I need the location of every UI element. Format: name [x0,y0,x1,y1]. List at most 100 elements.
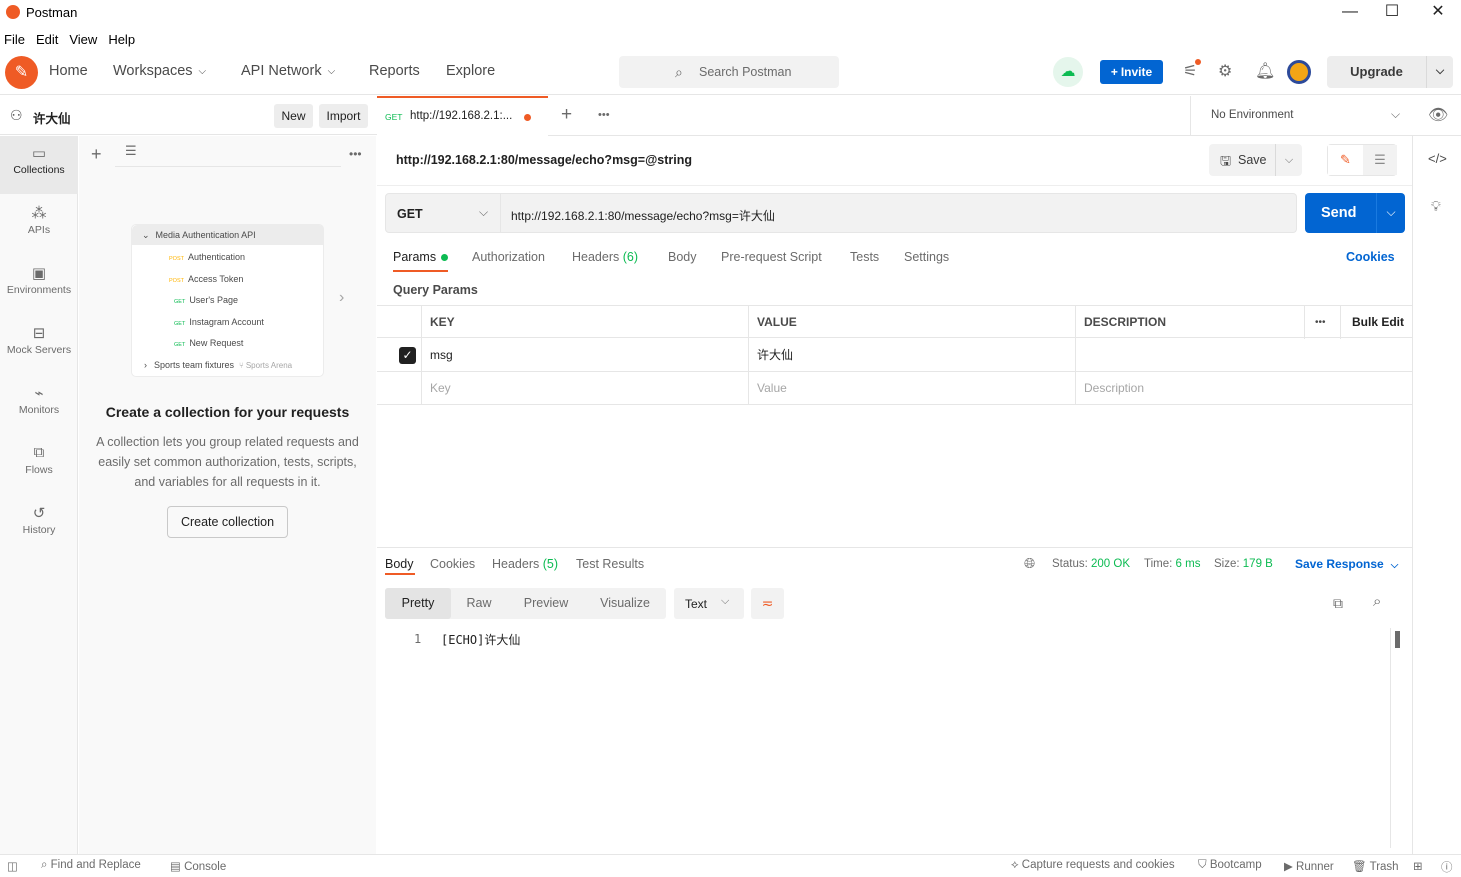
edit-icon[interactable]: ✎ [1328,145,1363,175]
import-button[interactable]: Import [319,104,368,128]
nav-home[interactable]: Home [49,63,88,79]
response-body-text[interactable]: [ECHO]许大仙 [441,631,520,648]
send-button[interactable]: Send ⌵ [1305,193,1405,233]
close-window-button[interactable]: ✕ [1423,2,1453,24]
tab-authorization[interactable]: Authorization [472,250,545,264]
sidebar-item-apis[interactable]: ⁂ APIs [0,196,78,254]
request-title[interactable]: http://192.168.2.1:80/message/echo?msg=@… [396,153,692,167]
globe-icon[interactable]: 🌐︎ [1024,555,1035,572]
sidebar-item-mock-servers[interactable]: ⊟ Mock Servers [0,316,78,374]
invite-button[interactable]: + Invite [1100,60,1163,84]
new-key-input[interactable]: Key [422,372,749,405]
response-size[interactable]: Size: 179 B [1214,558,1273,570]
bootcamp-button[interactable]: ⛉ Bootcamp [1198,859,1262,872]
find-replace-button[interactable]: ⌕ Find and Replace [41,859,141,872]
menu-view[interactable]: View [69,32,97,47]
tab-params[interactable]: Params [393,250,449,264]
environment-select[interactable]: No Environment ⌵ [1190,96,1412,136]
upgrade-button[interactable]: Upgrade ⌵ [1327,56,1453,88]
tab-request[interactable]: GET http://192.168.2.1:... [377,96,548,136]
toggle-sidebar-icon[interactable]: ◫ [7,859,18,873]
empty-state-line: easily set common authorization, tests, … [98,455,357,469]
more-tabs-icon[interactable]: ••• [598,109,610,121]
trash-button[interactable]: 🗑︎ Trash [1352,859,1399,873]
sidebar-item-history[interactable]: ↺ History [0,496,78,554]
param-key-cell[interactable]: msg [422,339,749,372]
avatar[interactable] [1287,60,1311,84]
unsaved-dot[interactable] [524,114,531,121]
tab-headers[interactable]: Headers (6) [572,250,638,264]
format-select[interactable]: Text ⌵ [674,588,744,619]
menu-edit[interactable]: Edit [36,32,58,47]
nav-reports[interactable]: Reports [369,63,420,79]
code-icon[interactable]: </> [1428,151,1447,166]
new-value-input[interactable]: Value [749,372,1076,405]
tab-settings[interactable]: Settings [904,250,949,264]
bulk-edit-button[interactable]: Bulk Edit [1341,306,1412,339]
lightbulb-icon[interactable]: 💡︎ [1431,198,1441,215]
response-status[interactable]: Status: 200 OK [1052,558,1130,570]
copy-icon[interactable]: ⧉ [1333,595,1343,612]
view-raw[interactable]: Raw [451,588,507,619]
cloud-sync-icon[interactable]: ☁ [1053,57,1083,87]
nav-explore[interactable]: Explore [446,63,495,79]
more-options-icon[interactable]: ••• [1305,306,1341,339]
help-icon[interactable]: ⓘ [1441,859,1453,875]
view-pretty[interactable]: Pretty [385,588,451,619]
console-button[interactable]: ▤ Console [170,859,226,873]
satellite-icon[interactable]: ⚟ [1183,59,1201,81]
param-description-cell[interactable] [1076,339,1412,372]
sidebar-item-flows[interactable]: ⧉ Flows [0,436,78,494]
maximize-button[interactable]: ☐ [1377,2,1407,24]
chevron-down-icon[interactable]: ⌵ [1275,144,1302,176]
documentation-icon[interactable]: ☰ [1363,145,1397,175]
filter-input[interactable]: ☰ [115,143,341,167]
method-select[interactable]: GET ⌵ [385,193,501,233]
workspace-name[interactable]: 许大仙 [33,108,71,127]
tab-body[interactable]: Body [668,250,697,264]
save-response-button[interactable]: Save Response ⌵ [1295,557,1398,571]
response-tab-body[interactable]: Body [385,557,414,571]
new-tab-icon[interactable]: + [561,104,572,126]
wrap-lines-icon[interactable]: ≂ [751,588,784,619]
settings-gear-icon[interactable]: ⚙ [1218,61,1232,81]
postman-brand-icon[interactable]: ✎ [5,56,38,89]
menu-file[interactable]: File [4,32,25,47]
search-icon[interactable]: ⌕ [1373,593,1381,610]
more-options-icon[interactable]: ••• [349,147,362,161]
runner-button[interactable]: ▶ Runner [1284,859,1334,873]
view-visualize[interactable]: Visualize [587,588,663,619]
chevron-down-icon[interactable]: ⌵ [1376,193,1405,233]
capture-button[interactable]: ⟡ Capture requests and cookies [1011,859,1175,872]
row-checkbox[interactable]: ✓ [399,347,416,364]
sidebar-item-environments[interactable]: ▣ Environments [0,256,78,314]
sidebar-item-collections[interactable]: ▭ Collections [0,136,78,194]
param-value-cell[interactable]: 许大仙 [749,339,1076,372]
minimize-button[interactable]: — [1335,2,1365,24]
two-pane-icon[interactable]: ⊞ [1413,859,1423,873]
save-button[interactable]: Save [1238,153,1267,167]
response-tab-test-results[interactable]: Test Results [576,557,644,571]
add-icon[interactable]: + [91,144,102,165]
environment-quick-look-icon[interactable]: 👁︎ [1428,105,1448,125]
cookies-link[interactable]: Cookies [1346,250,1395,264]
send-label: Send [1321,205,1357,221]
notifications-bell-icon[interactable]: 🔔︎ [1255,61,1275,81]
new-button[interactable]: New [274,104,313,128]
new-description-input[interactable]: Description [1076,372,1412,405]
response-tab-cookies[interactable]: Cookies [430,557,475,571]
response-tab-headers[interactable]: Headers (5) [492,557,558,571]
url-input[interactable]: http://192.168.2.1:80/message/echo?msg=许… [501,193,1297,233]
menu-help[interactable]: Help [108,32,135,47]
response-time[interactable]: Time: 6 ms [1144,558,1200,570]
view-preview[interactable]: Preview [510,588,582,619]
tab-tests[interactable]: Tests [850,250,879,264]
nav-workspaces[interactable]: Workspaces ⌵ [113,63,206,79]
chevron-down-icon[interactable]: ⌵ [1426,56,1453,88]
create-collection-button[interactable]: Create collection [167,506,288,538]
sidebar-item-monitors[interactable]: ⌁ Monitors [0,376,78,434]
search-input[interactable]: ⌕ Search Postman [619,56,839,88]
nav-api-network[interactable]: API Network ⌵ [241,63,335,79]
tab-prerequest-script[interactable]: Pre-request Script [721,250,822,264]
scrollbar-thumb[interactable] [1395,631,1400,648]
